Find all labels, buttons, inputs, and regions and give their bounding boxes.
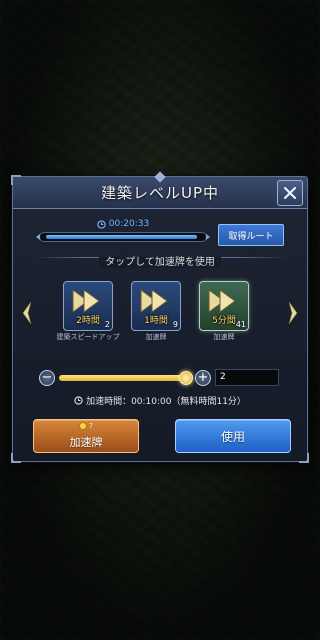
speedup-item-5m[interactable]: 5分間 41 [199, 281, 249, 331]
build-timer: 00:20:33 [43, 219, 203, 229]
chevron-right-icon[interactable] [287, 301, 299, 325]
progress-fill [46, 235, 197, 239]
instruction-label: タップして加速牌を使用 [99, 257, 221, 268]
gold-cost-value: 7 [88, 422, 94, 430]
title-bar: 建築レベルUP中 [13, 171, 307, 209]
build-progress-bar [36, 232, 210, 242]
item-count: 2 [104, 320, 110, 329]
item-count: 41 [235, 320, 246, 329]
frame-corner [11, 453, 21, 463]
instruction-text: タップして加速牌を使用 [13, 253, 307, 268]
gold-cost: 7 [34, 422, 138, 430]
increase-button[interactable]: + [195, 370, 211, 386]
speedup-item-1h[interactable]: 1時間 9 [131, 281, 181, 331]
chevron-left-icon[interactable] [21, 301, 33, 325]
item-name: 加速牌 [213, 333, 235, 341]
decrease-button[interactable]: − [39, 370, 55, 386]
use-button[interactable]: 使用 [175, 419, 291, 453]
timer-text: 00:20:33 [108, 219, 150, 229]
quantity-slider[interactable] [59, 371, 193, 385]
clock-icon [74, 396, 83, 405]
item-name: 加速牌 [145, 333, 167, 341]
speedup-item-2h[interactable]: 2時間 2 [63, 281, 113, 331]
slider-fill [59, 375, 186, 381]
dialog-title: 建築レベルUP中 [100, 184, 220, 202]
close-button[interactable] [277, 180, 303, 206]
acquire-route-button[interactable]: 取得ルート [218, 224, 284, 246]
item-name: 建築スピードアップ [56, 333, 120, 341]
close-icon [283, 186, 297, 200]
quantity-input[interactable]: 2 [215, 369, 279, 386]
speedup-arrow-icon [140, 289, 168, 313]
acceleration-time: 加速時間：00:10:00（無料時間11分） [13, 394, 307, 407]
progress-cap-left [36, 234, 40, 240]
item-count: 9 [172, 320, 178, 329]
acceleration-time-text: 加速時間：00:10:00（無料時間11分） [86, 397, 246, 407]
speedup-arrow-icon [72, 289, 100, 313]
quantity-slider-row: − + 2 [39, 369, 279, 386]
gold-button-label: 加速牌 [69, 436, 103, 449]
progress-cap-right [206, 234, 210, 240]
frame-corner [299, 453, 309, 463]
slider-handle[interactable] [179, 371, 193, 385]
gold-speedup-button[interactable]: 7 加速牌 [33, 419, 139, 453]
clock-icon [97, 219, 106, 229]
speedup-dialog: 建築レベルUP中 00:20:33 取得ルート タップして加速牌を使用 2時間 … [11, 171, 309, 463]
speedup-arrow-icon [208, 289, 236, 313]
coin-icon [78, 422, 87, 430]
